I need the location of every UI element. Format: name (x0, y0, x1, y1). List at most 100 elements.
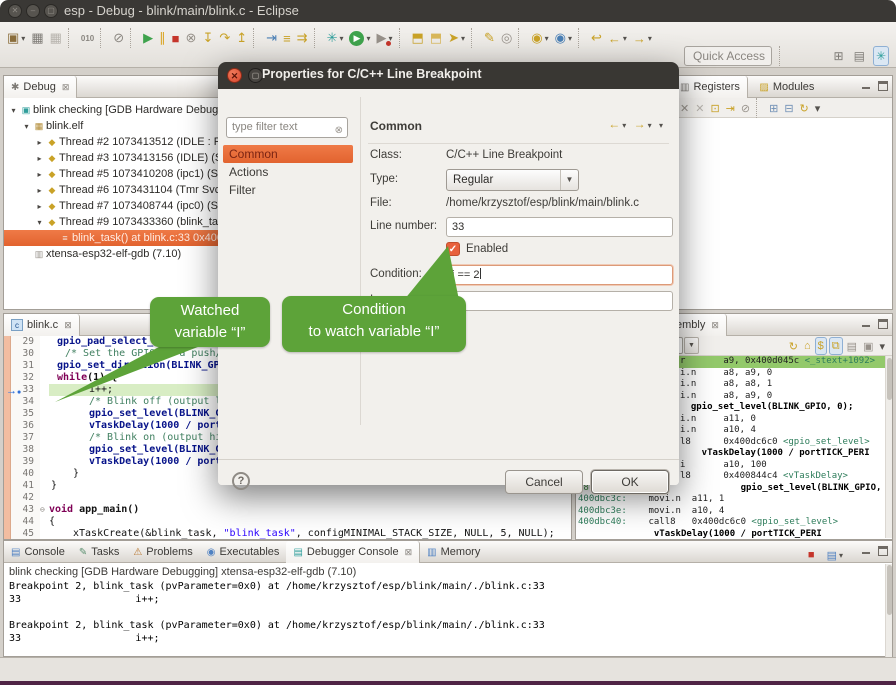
maximize-icon[interactable] (878, 81, 888, 91)
forward-icon[interactable]: →▾ (631, 28, 654, 48)
terminate-icon[interactable]: ■ (170, 28, 182, 48)
dialog-close-icon[interactable]: ✕ (227, 68, 242, 83)
last-edit-location-icon[interactable]: ↩ (589, 28, 604, 48)
refresh-icon[interactable]: ↻ (798, 99, 811, 117)
fold-minus-icon[interactable]: ⊖ (40, 504, 49, 516)
tab-problems[interactable]: ⚠Problems (126, 541, 199, 563)
collapse-all-icon[interactable]: ⊟ (782, 99, 795, 117)
close-icon[interactable]: ⊠ (64, 320, 72, 331)
suspend-icon[interactable]: ∥ (157, 28, 168, 48)
save-icon[interactable]: ▦ (29, 28, 45, 48)
new-wizard-icon[interactable]: ▣▾ (5, 28, 27, 48)
expander-open-icon[interactable]: ▾ (8, 106, 19, 115)
back-icon[interactable]: ←▾ (606, 28, 629, 48)
tab-tasks[interactable]: ✎Tasks (72, 541, 127, 563)
view-menu-icon[interactable]: ▾ (877, 337, 887, 355)
expander-closed-icon[interactable]: ▸ (34, 186, 45, 195)
tab-blink-c[interactable]: c blink.c ⊠ (4, 314, 80, 336)
dialog-nav-common[interactable]: Common (223, 145, 353, 163)
ok-button[interactable]: OK (591, 470, 669, 494)
minimize-icon[interactable] (861, 546, 871, 556)
mark-occurrences-icon[interactable]: ✎ (482, 28, 497, 48)
minimize-icon[interactable] (861, 319, 871, 329)
new-view-icon[interactable]: ▤ (845, 337, 859, 355)
tab-debugger-console[interactable]: ▤Debugger Console⊠ (286, 541, 420, 563)
remove-icon[interactable]: ✕ (678, 99, 691, 117)
open-resource-icon[interactable]: ⬒ (428, 28, 444, 48)
help-button[interactable]: ? (232, 472, 250, 490)
maximize-icon[interactable] (878, 546, 888, 556)
external-tools-icon[interactable]: ▶▾ (375, 28, 395, 48)
home-icon[interactable]: ⌂ (802, 337, 813, 355)
debug-icon[interactable]: ✳▾ (325, 28, 346, 48)
dialog-nav-arrows[interactable]: ←▾ →▾ ▾ (608, 117, 665, 131)
link-with-editor-icon[interactable]: ◎ (499, 28, 514, 48)
quick-access-button[interactable]: Quick Access (684, 46, 772, 66)
disconnect-icon[interactable]: ⊗ (184, 28, 199, 48)
binary-console-icon[interactable]: 010 (79, 28, 96, 48)
expander-closed-icon[interactable]: ▸ (34, 202, 45, 211)
type-dropdown[interactable]: Regular ▼ (446, 169, 579, 191)
line-number-input[interactable]: 33 (446, 217, 673, 237)
maximize-icon[interactable] (878, 319, 888, 329)
dialog-maximize-icon[interactable]: ▢ (248, 68, 263, 83)
window-minimize-icon[interactable]: – (26, 4, 40, 18)
dialog-nav-filter[interactable]: Filter (223, 181, 353, 199)
instruction-stepping-icon[interactable]: ⇥ (264, 28, 279, 48)
tab-executables[interactable]: ◉Executables (200, 541, 287, 563)
breakpoint-arrow-icon[interactable]: →● (6, 385, 36, 397)
cancel-button[interactable]: Cancel (505, 470, 583, 494)
console-scrollbar[interactable] (885, 564, 892, 657)
resume-icon[interactable]: ▶ (141, 28, 155, 48)
filter-input[interactable]: type filter text ⊗ (226, 117, 348, 138)
window-close-icon[interactable]: ✕ (8, 4, 22, 18)
next-annotation-icon[interactable]: ◉▾ (529, 28, 550, 48)
deselect-icon[interactable]: ⊘ (739, 99, 752, 117)
save-all-icon[interactable]: ▦ (48, 28, 64, 48)
step-into-icon[interactable]: ↧ (200, 28, 215, 48)
ignore-count-input[interactable]: 0 (446, 291, 673, 311)
skip-all-breakpoints-icon[interactable]: ⊘ (111, 28, 126, 48)
chevron-down-icon[interactable]: ▼ (684, 337, 699, 354)
dialog-nav-actions[interactable]: Actions (223, 163, 353, 181)
expander-closed-icon[interactable]: ▸ (34, 138, 45, 147)
run-icon[interactable]: ▶▾ (347, 28, 372, 48)
print-icon[interactable]: ⊡ (708, 99, 721, 117)
close-icon[interactable]: ⊠ (405, 547, 413, 558)
step-over-icon[interactable]: ↷ (217, 28, 232, 48)
display-console-icon[interactable]: ▤▾ (825, 545, 845, 565)
terminate-console-icon[interactable]: ■ (806, 545, 817, 565)
expander-closed-icon[interactable]: ▸ (34, 154, 45, 163)
close-icon[interactable]: ⊠ (62, 82, 70, 93)
enabled-checkbox[interactable]: ✓ (446, 242, 460, 256)
previous-annotation-icon[interactable]: ◉▾ (553, 28, 574, 48)
expand-all-icon[interactable]: ⊞ (767, 99, 780, 117)
import-icon[interactable]: ⇥ (724, 99, 737, 117)
window-maximize-icon[interactable]: ▢ (44, 4, 58, 18)
view-menu-icon[interactable]: ▾ (813, 99, 823, 117)
open-perspective-icon[interactable]: ⊞ (832, 46, 846, 66)
show-source-icon[interactable]: $ (815, 337, 827, 355)
tab-console[interactable]: ▤Console (4, 541, 72, 563)
tab-modules[interactable]: ▨ Modules (752, 76, 821, 98)
search-icon[interactable]: ➤▾ (446, 28, 467, 48)
disassembly-scrollbar[interactable] (885, 356, 892, 538)
expander-open-icon[interactable]: ▾ (21, 122, 32, 131)
expander-open-icon[interactable]: ▾ (34, 218, 45, 227)
refresh-view-icon[interactable]: ↻ (787, 337, 800, 355)
clear-filter-icon[interactable]: ⊗ (335, 121, 343, 140)
minimize-icon[interactable] (861, 81, 871, 91)
expander-closed-icon[interactable]: ▸ (34, 170, 45, 179)
close-icon[interactable]: ⊠ (711, 320, 719, 331)
remove-all-icon[interactable]: ✕ (693, 99, 706, 117)
reverse-debug-icon[interactable]: ⇉ (295, 28, 310, 48)
tab-registers[interactable]: ▥ Registers (673, 76, 748, 98)
show-debug-columns-icon[interactable]: ≡ (281, 28, 293, 48)
condition-input[interactable]: i == 2 (446, 265, 673, 285)
pin-icon[interactable]: ▣ (861, 337, 875, 355)
open-element-icon[interactable]: ⬒ (410, 28, 426, 48)
cpp-perspective-icon[interactable]: ▤ (852, 46, 867, 66)
tab-memory[interactable]: ▥Memory (420, 541, 487, 563)
debug-perspective-icon[interactable]: ✳ (873, 46, 889, 66)
tab-debug[interactable]: ✱ Debug ⊠ (4, 76, 77, 98)
